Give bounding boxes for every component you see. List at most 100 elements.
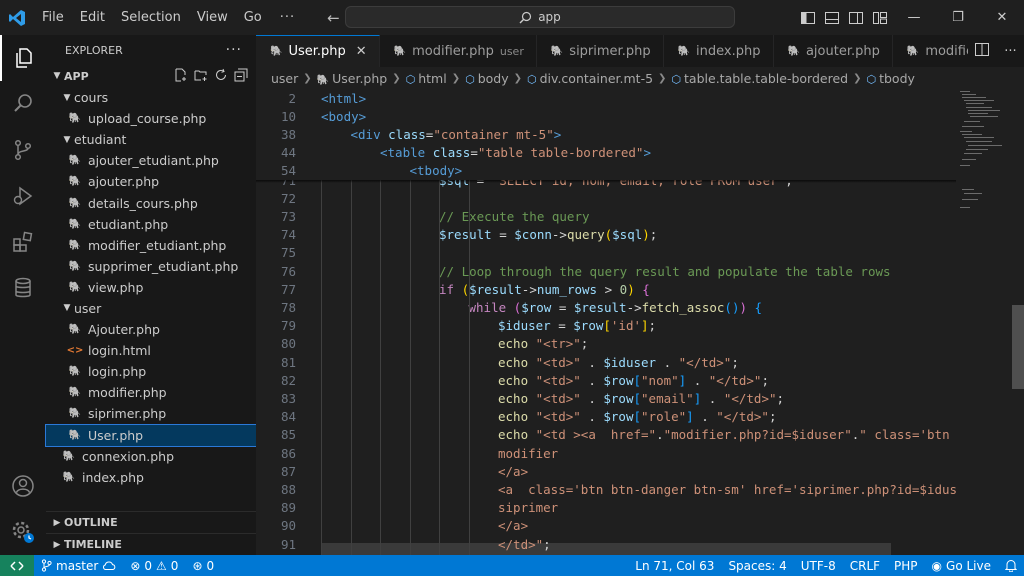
tree-folder[interactable]: ▼ etudiant <box>46 129 256 150</box>
code-line[interactable]: 75 <box>256 244 956 262</box>
close-tab-icon[interactable]: ✕ <box>356 44 367 59</box>
tree-file[interactable]: 🐘 details_cours.php <box>46 192 256 213</box>
more-actions-icon[interactable]: ··· <box>1004 44 1016 59</box>
breadcrumb-item[interactable]: 🐘 User.php <box>317 71 388 86</box>
minimize-icon[interactable]: — <box>892 10 936 25</box>
database-icon[interactable] <box>0 265 46 311</box>
tree-file[interactable]: 🐘 ajouter.php <box>46 171 256 192</box>
code-line[interactable]: 74 $result = $conn->query($sql); <box>256 226 956 244</box>
back-arrow-icon[interactable]: ← <box>327 9 340 27</box>
tab-siprimer-php[interactable]: 🐘 siprimer.php <box>537 35 664 67</box>
code-line[interactable]: 86 modifier <box>256 444 956 462</box>
code-line[interactable]: 77 if ($result->num_rows > 0) { <box>256 280 956 298</box>
explorer-more-button[interactable]: ··· <box>226 42 242 58</box>
command-center-search[interactable]: app <box>345 6 735 28</box>
code-line[interactable]: 82 echo "<td>" . $row["nom"] . "</td>"; <box>256 371 956 389</box>
menu-edit[interactable]: Edit <box>72 0 113 35</box>
code-line[interactable]: 79 $iduser = $row['id']; <box>256 317 956 335</box>
ports-status[interactable]: ⊛ 0 <box>185 559 221 573</box>
code-line[interactable]: 81 echo "<td>" . $iduser . "</td>"; <box>256 353 956 371</box>
timeline-section[interactable]: ▶ TIMELINE <box>46 533 256 555</box>
tree-file[interactable]: 🐘 ajouter_etudiant.php <box>46 150 256 171</box>
code-line[interactable]: 90 </a> <box>256 517 956 535</box>
new-file-icon[interactable] <box>174 68 188 85</box>
breadcrumb-item[interactable]: ⬡ body <box>465 71 509 86</box>
end-of-line[interactable]: CRLF <box>843 559 887 573</box>
toggle-panel-icon[interactable] <box>820 11 844 24</box>
code-line[interactable]: 91 </td>"; <box>256 535 956 553</box>
minimap[interactable] <box>956 89 1012 555</box>
code-editor[interactable]: 2 <html> 10 <body> 38 <div class="container m… <box>256 89 956 555</box>
code-line[interactable]: 78 while ($row = $result->fetch_assoc()) … <box>256 298 956 316</box>
tree-file[interactable]: 🐘 upload_course.php <box>46 108 256 129</box>
tree-file[interactable]: 🐘 login.php <box>46 361 256 382</box>
tree-file[interactable]: 🐘 siprimer.php <box>46 403 256 424</box>
refresh-icon[interactable] <box>214 68 228 85</box>
tree-file[interactable]: 🐘 view.php <box>46 277 256 298</box>
language-mode[interactable]: PHP <box>887 559 925 573</box>
breadcrumb-item[interactable]: ⬡ tbody <box>866 71 914 86</box>
branch-status[interactable]: master <box>34 559 123 573</box>
search-view-icon[interactable] <box>0 81 46 127</box>
code-line[interactable]: 87 </a> <box>256 462 956 480</box>
code-line[interactable]: 85 echo "<td ><a href="."modifier.php?id=… <box>256 426 956 444</box>
sticky-line[interactable]: 10 <body> <box>256 107 956 126</box>
code-line[interactable]: 80 echo "<tr>"; <box>256 335 956 353</box>
sticky-line[interactable]: 54 <tbody> <box>256 161 956 180</box>
menu-go[interactable]: Go <box>236 0 270 35</box>
tab-ajouter-php[interactable]: 🐘 ajouter.php <box>774 35 893 67</box>
tree-folder[interactable]: ▼ cours <box>46 87 256 108</box>
customize-layout-icon[interactable] <box>868 11 892 24</box>
sticky-line[interactable]: 38 <div class="container mt-5"> <box>256 125 956 144</box>
manage-gear-icon[interactable] <box>0 509 46 555</box>
folder-root-app[interactable]: ▼ APP <box>46 65 256 87</box>
restore-icon[interactable]: ❐ <box>936 10 980 25</box>
sticky-line[interactable]: 44 <table class="table table-bordered"> <box>256 143 956 162</box>
sticky-line[interactable]: 2 <html> <box>256 89 956 108</box>
problems-status[interactable]: ⊗ 0 ⚠ 0 <box>123 559 185 573</box>
extensions-icon[interactable] <box>0 219 46 265</box>
tab-user-php[interactable]: 🐘 User.php ✕ <box>256 35 380 67</box>
code-line[interactable]: 84 echo "<td>" . $row["role"] . "</td>"; <box>256 408 956 426</box>
encoding[interactable]: UTF-8 <box>794 559 843 573</box>
collapse-all-icon[interactable] <box>234 68 248 85</box>
breadcrumb-item[interactable]: user <box>271 71 298 86</box>
split-editor-icon[interactable] <box>975 42 990 60</box>
tree-file[interactable]: 🐘 User.php <box>45 423 257 447</box>
new-folder-icon[interactable] <box>194 68 208 85</box>
tab-modifier-php[interactable]: 🐘 modifier.php user <box>380 35 537 67</box>
tab-index-php[interactable]: 🐘 index.php <box>664 35 774 67</box>
tree-file[interactable]: <> login.html <box>46 340 256 361</box>
scrollbar-thumb[interactable] <box>1012 305 1024 389</box>
tree-file[interactable]: 🐘 Ajouter.php <box>46 319 256 340</box>
tree-file[interactable]: 🐘 modifier_etudiant.php <box>46 235 256 256</box>
cursor-position[interactable]: Ln 71, Col 63 <box>628 559 721 573</box>
tree-file[interactable]: 🐘 etudiant.php <box>46 214 256 235</box>
outline-section[interactable]: ▶ OUTLINE <box>46 511 256 533</box>
breadcrumb-item[interactable]: ⬡ html <box>406 71 447 86</box>
explorer-icon[interactable] <box>0 35 46 81</box>
menu-view[interactable]: View <box>189 0 236 35</box>
code-line[interactable]: 72 <box>256 189 956 207</box>
tree-file[interactable]: 🐘 modifier.php <box>46 382 256 403</box>
menu-file[interactable]: File <box>34 0 72 35</box>
close-window-icon[interactable]: ✕ <box>980 10 1024 25</box>
run-debug-icon[interactable] <box>0 173 46 219</box>
tree-file[interactable]: 🐘 index.php <box>46 467 256 488</box>
breadcrumb-item[interactable]: ⬡ table.table.table-bordered <box>671 71 848 86</box>
breadcrumb-item[interactable]: ⬡ div.container.mt-5 <box>527 71 653 86</box>
toggle-primary-sidebar-icon[interactable] <box>796 11 820 24</box>
vertical-scrollbar[interactable] <box>1012 89 1024 555</box>
source-control-icon[interactable] <box>0 127 46 173</box>
remote-indicator-icon[interactable] <box>0 555 34 576</box>
code-line[interactable]: 88 <a class='btn btn-danger btn-sm' href=… <box>256 480 956 498</box>
code-line[interactable]: 76 // Loop through the query result and p… <box>256 262 956 280</box>
notifications-icon[interactable] <box>998 559 1024 572</box>
account-icon[interactable] <box>0 463 46 509</box>
go-live-button[interactable]: ◉ Go Live <box>925 559 998 573</box>
toggle-secondary-sidebar-icon[interactable] <box>844 11 868 24</box>
menu-more-button[interactable]: ··· <box>270 10 305 25</box>
tree-folder[interactable]: ▼ user <box>46 298 256 319</box>
indentation[interactable]: Spaces: 4 <box>721 559 793 573</box>
tree-file[interactable]: 🐘 supprimer_etudiant.php <box>46 256 256 277</box>
